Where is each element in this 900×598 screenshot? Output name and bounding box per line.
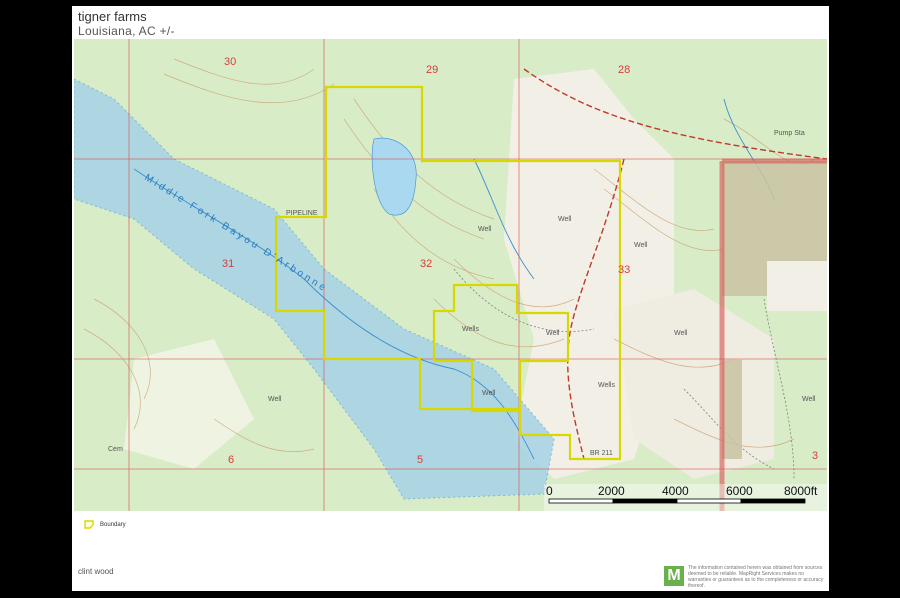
- boundary-swatch-icon: [84, 520, 94, 529]
- map-title: tigner farms: [78, 9, 147, 24]
- section-label: 33: [618, 264, 630, 276]
- section-label: 5: [417, 454, 423, 466]
- feature-label: PIPELINE: [286, 210, 318, 217]
- feature-label: Pump Sta: [774, 130, 805, 137]
- feature-label: Cem: [108, 446, 123, 453]
- tan-parcel-south: [722, 359, 742, 459]
- scale-label: 6000: [726, 484, 753, 498]
- scale-bar: 0 2000 4000 6000 8000ft: [544, 484, 827, 511]
- scale-segment-4: [740, 498, 806, 504]
- feature-label: Well: [482, 390, 496, 397]
- section-label: 30: [224, 56, 236, 68]
- topo-map[interactable]: 30 29 28 31 32 33 5 6 3 Well Well Well W…: [74, 39, 827, 511]
- author-name: clint wood: [78, 567, 114, 576]
- feature-label: Well: [634, 242, 648, 249]
- feature-label: Well: [546, 330, 560, 337]
- scale-segment-1: [548, 498, 614, 504]
- section-label: 29: [426, 64, 438, 76]
- feature-label: Well: [802, 396, 816, 403]
- scale-label: 2000: [598, 484, 625, 498]
- lake: [371, 137, 417, 216]
- cleared-area-west: [124, 339, 254, 469]
- cleared-area-east: [614, 289, 774, 479]
- topo-map-svg: 30 29 28 31 32 33 5 6 3 Well Well Well W…: [74, 39, 827, 511]
- section-label: 3: [812, 450, 818, 462]
- white-parcel: [767, 261, 827, 311]
- legend-boundary-label: Boundary: [100, 521, 126, 528]
- section-label: 28: [618, 64, 630, 76]
- feature-label: Well: [674, 330, 688, 337]
- legend: Boundary: [84, 520, 126, 529]
- feature-label: Well: [478, 226, 492, 233]
- feature-label: Well: [558, 216, 572, 223]
- disclaimer-text: The information contained herein was obt…: [688, 565, 824, 589]
- scale-label: 4000: [662, 484, 689, 498]
- feature-label: Wells: [462, 326, 479, 333]
- feature-label: BR 211: [590, 450, 613, 457]
- scale-segment-3: [676, 498, 742, 504]
- section-label: 31: [222, 258, 234, 270]
- scale-segment-2: [612, 498, 678, 504]
- map-sheet: tigner farms Louisiana, AC +/- 30 29 28 …: [72, 6, 829, 591]
- mapright-logo: M: [664, 566, 684, 586]
- section-label: 32: [420, 258, 432, 270]
- scale-label: 8000ft: [784, 484, 818, 498]
- feature-label: Wells: [598, 382, 615, 389]
- section-label: 6: [228, 454, 234, 466]
- scale-label: 0: [546, 484, 553, 498]
- feature-label: Well: [268, 396, 282, 403]
- map-subtitle: Louisiana, AC +/-: [78, 24, 175, 38]
